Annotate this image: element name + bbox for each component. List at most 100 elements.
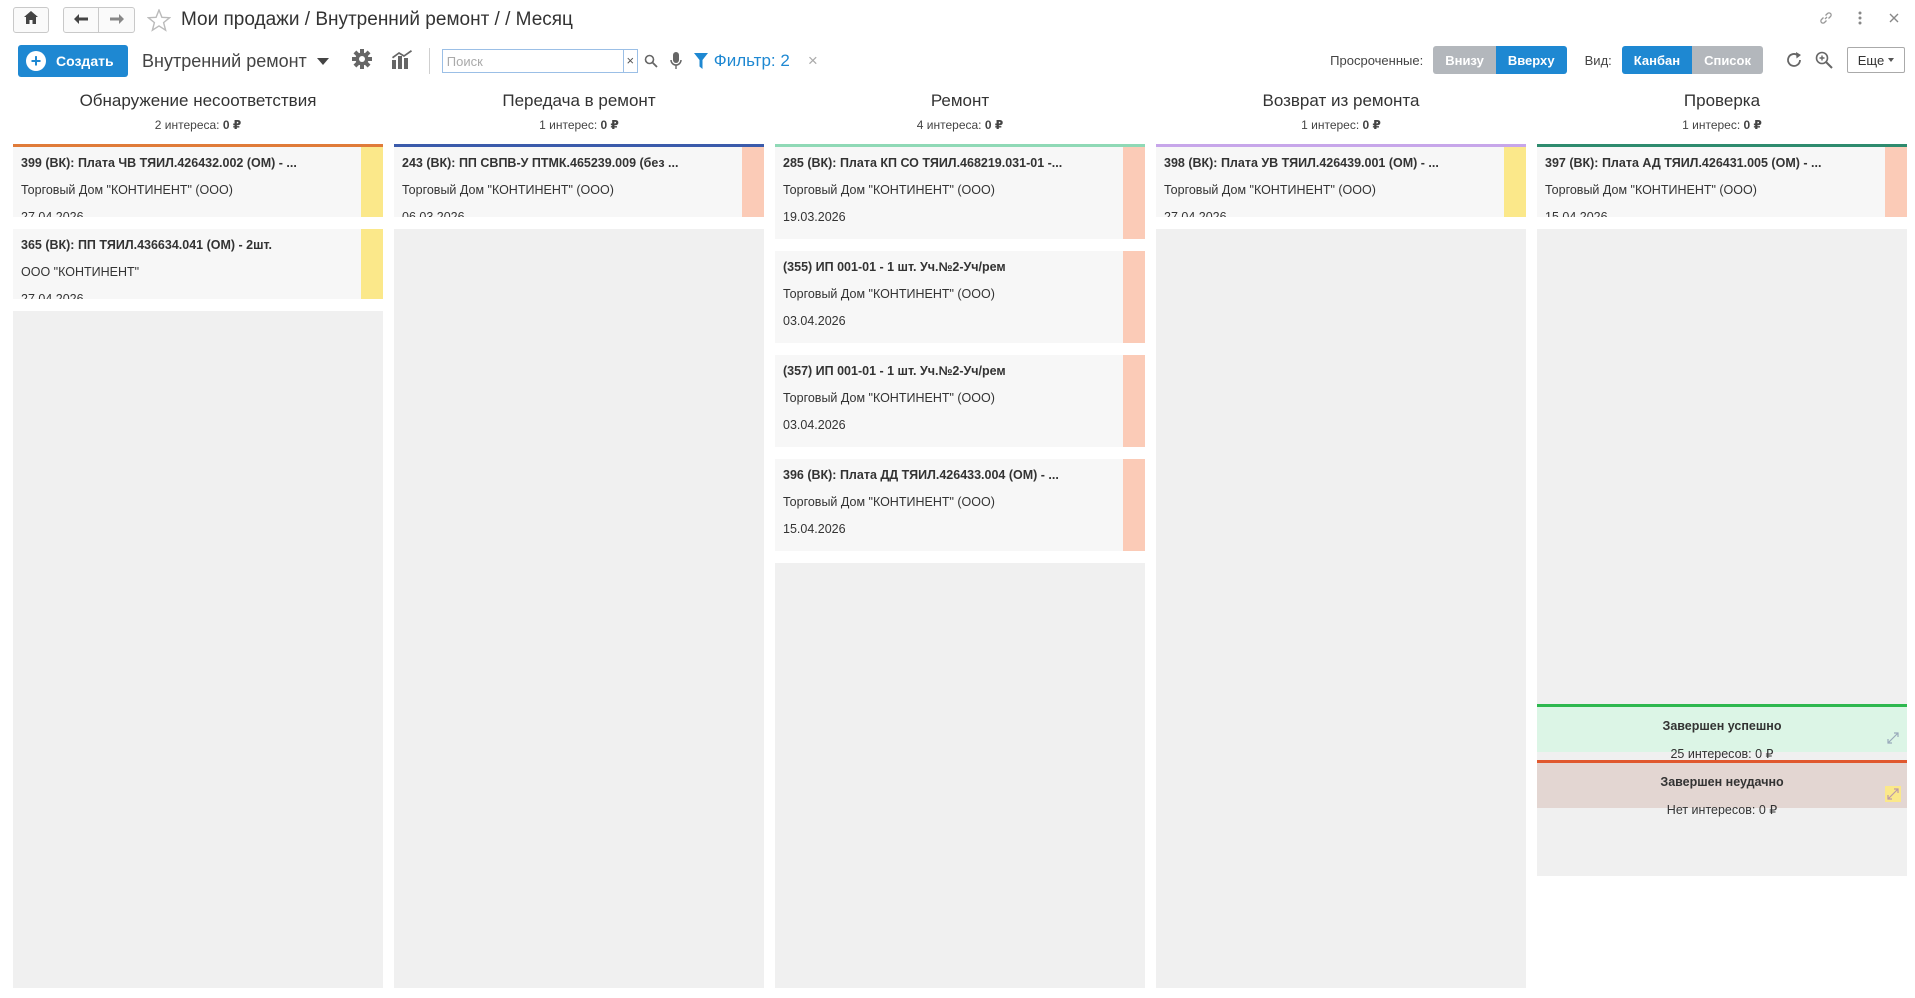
column-summary: 1 интерес: 0 ₽ (394, 118, 764, 132)
title-bar: Мои продажи / Внутренний ремонт / / Меся… (0, 0, 1915, 40)
column-title: Возврат из ремонта (1262, 91, 1420, 110)
more-vertical-icon[interactable] (1853, 8, 1867, 28)
arrow-left-icon (74, 11, 88, 29)
column-sum: 0 ₽ (600, 118, 619, 132)
kanban-column: Ремонт 4 интереса: 0 ₽ 285 (ВК): Плата КП … (775, 86, 1145, 988)
column-count: 1 интерес: (1682, 118, 1744, 132)
card-gap (13, 299, 383, 311)
more-button[interactable]: Еще (1847, 47, 1905, 73)
card-company: Торговый Дом "КОНТИНЕНТ" (ООО) (1545, 184, 1757, 197)
final-stage-success[interactable]: Завершен успешно 25 интересов: 0 ₽ (1537, 704, 1907, 761)
column-header: Проверка 1 интерес: 0 ₽ (1537, 86, 1907, 144)
close-icon[interactable] (1887, 8, 1901, 28)
card-company: Торговый Дом "КОНТИНЕНТ" (ООО) (21, 184, 233, 197)
view-kanban-option[interactable]: Канбан (1621, 46, 1693, 74)
zoom-icon[interactable] (1815, 51, 1833, 69)
home-icon (24, 11, 38, 29)
home-button[interactable] (13, 7, 49, 33)
overdue-indicator (1504, 147, 1526, 217)
column-header: Ремонт 4 интереса: 0 ₽ (775, 86, 1145, 144)
search-icon[interactable] (644, 54, 658, 68)
process-select[interactable]: Внутренний ремонт (142, 51, 329, 72)
card-company: Торговый Дом "КОНТИНЕНТ" (ООО) (783, 496, 995, 509)
card-title: 285 (ВК): Плата КП СО ТЯИЛ.468219.031-01… (783, 157, 1063, 170)
chevron-down-icon (1888, 58, 1895, 62)
card-company: ООО "КОНТИНЕНТ" (21, 266, 140, 279)
card-gap (1537, 217, 1907, 229)
expand-icon[interactable] (1885, 786, 1901, 802)
kanban-board: Обнаружение несоответствия 2 интереса: 0 … (13, 86, 1907, 988)
card-company: Торговый Дом "КОНТИНЕНТ" (ООО) (783, 288, 995, 301)
forward-button[interactable] (99, 7, 135, 33)
create-button[interactable]: + Создать (18, 45, 128, 77)
link-icon[interactable] (1819, 8, 1833, 28)
column-sum: 0 ₽ (1743, 118, 1762, 132)
column-header: Обнаружение несоответствия 2 интереса: 0 … (13, 86, 383, 144)
command-bar: + Создать Внутренний ремонт × Фильтр: 2 … (0, 42, 1915, 80)
overdue-indicator (742, 147, 764, 217)
card-date: 03.04.2026 (783, 315, 846, 328)
expand-icon[interactable] (1885, 730, 1901, 746)
search-input[interactable] (442, 50, 623, 72)
view-toggle: Канбан Список (1621, 46, 1763, 74)
card-gap (775, 343, 1145, 355)
deal-card[interactable]: (355) ИП 001-01 - 1 шт. Уч.№2-Уч/рем Торг… (775, 251, 1145, 355)
card-gap (1156, 217, 1526, 229)
card-title: (357) ИП 001-01 - 1 шт. Уч.№2-Уч/рем (783, 365, 1006, 378)
filter-clear-button[interactable]: × (808, 51, 818, 71)
column-body: 285 (ВК): Плата КП СО ТЯИЛ.468219.031-01… (775, 147, 1145, 988)
deal-card[interactable]: 285 (ВК): Плата КП СО ТЯИЛ.468219.031-01… (775, 147, 1145, 251)
funnel-icon (693, 53, 708, 69)
overdue-toggle: Внизу Вверху (1433, 46, 1567, 74)
overdue-bottom-option[interactable]: Внизу (1433, 46, 1496, 74)
view-list-option[interactable]: Список (1692, 46, 1763, 74)
overdue-indicator (361, 147, 383, 217)
overdue-top-option[interactable]: Вверху (1495, 46, 1567, 74)
settings-button[interactable] (349, 48, 375, 74)
microphone-icon[interactable] (670, 52, 682, 70)
kanban-column: Передача в ремонт 1 интерес: 0 ₽ 243 (ВК):… (394, 86, 764, 988)
deal-card[interactable]: 396 (ВК): Плата ДД ТЯИЛ.426433.004 (ОМ) … (775, 459, 1145, 563)
card-company: Торговый Дом "КОНТИНЕНТ" (ООО) (783, 184, 995, 197)
arrow-right-icon (109, 11, 124, 29)
final-stage-summary: Нет интересов: 0 ₽ (1666, 803, 1778, 817)
search-clear-button[interactable]: × (622, 50, 637, 72)
column-title: Проверка (1683, 91, 1761, 110)
search-box: × (441, 49, 638, 73)
process-select-value: Внутренний ремонт (142, 50, 307, 71)
column-title: Обнаружение несоответствия (79, 91, 317, 110)
card-title: 399 (ВК): Плата ЧВ ТЯИЛ.426432.002 (ОМ) … (21, 157, 297, 170)
card-gap (775, 239, 1145, 251)
card-gap (775, 447, 1145, 459)
column-count: 2 интереса: (154, 118, 223, 132)
refresh-icon[interactable] (1785, 51, 1803, 69)
favorite-star-icon[interactable] (145, 6, 173, 34)
column-count: 4 интереса: (916, 118, 985, 132)
deal-card[interactable]: 398 (ВК): Плата УВ ТЯИЛ.426439.001 (ОМ) … (1156, 147, 1526, 224)
card-company: Торговый Дом "КОНТИНЕНТ" (ООО) (1164, 184, 1376, 197)
kanban-column: Проверка 1 интерес: 0 ₽ 397 (ВК): Плата АД… (1537, 86, 1907, 988)
deal-card[interactable]: 243 (ВК): ПП СВПВ-У ПТМК.465239.009 (без… (394, 147, 764, 224)
card-title: 396 (ВК): Плата ДД ТЯИЛ.426433.004 (ОМ) … (783, 469, 1059, 482)
deal-card[interactable]: 365 (ВК): ПП ТЯИЛ.436634.041 (ОМ) - 2шт.… (13, 229, 383, 306)
back-button[interactable] (63, 7, 99, 33)
card-date: 19.03.2026 (783, 211, 846, 224)
column-header: Передача в ремонт 1 интерес: 0 ₽ (394, 86, 764, 144)
final-stage-fail[interactable]: Завершен неудачно Нет интересов: 0 ₽ (1537, 760, 1907, 817)
overdue-indicator (1123, 251, 1145, 343)
overdue-indicator (1123, 147, 1145, 239)
card-title: 365 (ВК): ПП ТЯИЛ.436634.041 (ОМ) - 2шт. (21, 239, 273, 252)
deal-card[interactable]: 397 (ВК): Плата АД ТЯИЛ.426431.005 (ОМ) … (1537, 147, 1907, 224)
filter-button[interactable]: Фильтр: 2 (693, 51, 790, 71)
chevron-down-icon (316, 57, 329, 65)
deal-card[interactable]: (357) ИП 001-01 - 1 шт. Уч.№2-Уч/рем Торг… (775, 355, 1145, 459)
report-button[interactable] (389, 48, 415, 74)
card-date: 03.04.2026 (783, 419, 846, 432)
view-label: Вид: (1584, 52, 1612, 68)
column-summary: 1 интерес: 0 ₽ (1537, 118, 1907, 132)
column-sum: 0 ₽ (984, 118, 1004, 132)
deal-card[interactable]: 399 (ВК): Плата ЧВ ТЯИЛ.426432.002 (ОМ) … (13, 147, 383, 224)
kanban-column: Обнаружение несоответствия 2 интереса: 0 … (13, 86, 383, 988)
column-summary: 1 интерес: 0 ₽ (1156, 118, 1526, 132)
toolbar-divider (428, 48, 430, 74)
